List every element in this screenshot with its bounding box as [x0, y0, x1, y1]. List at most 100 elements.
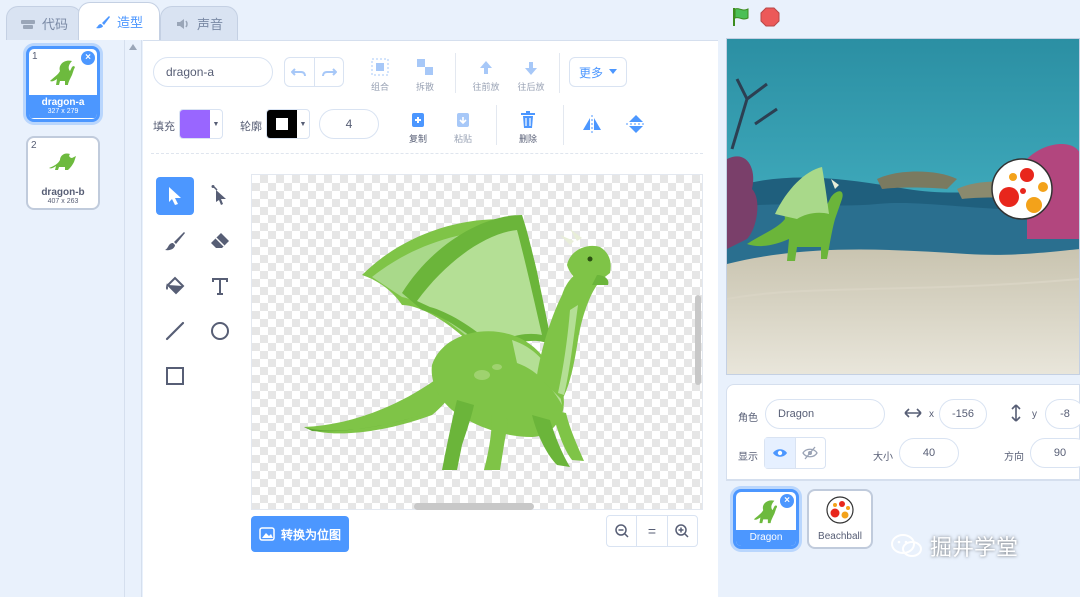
costume-name: dragon-a [41, 97, 85, 108]
sprite-item-dragon[interactable]: × Dragon [733, 489, 799, 549]
y-label: y [1032, 409, 1037, 420]
flip-vertical-icon [626, 115, 646, 133]
rectangle-tool[interactable] [156, 357, 194, 395]
zoom-out-button[interactable] [607, 516, 636, 546]
caret-down-icon: ▼ [212, 120, 220, 128]
y-input[interactable]: -8 [1045, 399, 1080, 429]
eraser-tool[interactable] [201, 222, 239, 260]
stop-icon[interactable] [760, 7, 780, 27]
line-tool[interactable] [156, 312, 194, 350]
costume-list-scrollbar[interactable] [125, 40, 142, 597]
paste-button[interactable]: 粘贴 [443, 107, 483, 145]
eye-slash-icon [802, 446, 819, 460]
redo-icon [321, 68, 337, 77]
costume-item-dragon-a[interactable]: 1 × dragon-a 327 x 279 [26, 46, 100, 122]
tab-sounds[interactable]: 声音 [160, 6, 238, 40]
paint-canvas[interactable] [251, 174, 703, 510]
code-icon [20, 19, 35, 29]
canvas-vertical-scrollbar[interactable] [695, 295, 701, 385]
circle-tool[interactable] [201, 312, 239, 350]
circle-icon [211, 322, 229, 340]
copy-icon [412, 113, 424, 127]
costume-item-dragon-b[interactable]: 2 dragon-b 407 x 263 [26, 136, 100, 210]
sprite-name: Beachball [818, 531, 862, 542]
outline-color-chip [267, 110, 297, 138]
costume-size: 327 x 279 [47, 108, 79, 115]
sprite-name: Dragon [736, 530, 796, 546]
backward-label: 往后放 [517, 82, 545, 92]
trash-icon [521, 111, 535, 128]
sprite-name-value: Dragon [778, 408, 815, 420]
select-tool[interactable] [156, 177, 194, 215]
fill-color-chip [180, 110, 210, 138]
hide-button[interactable] [794, 438, 826, 468]
redo-button[interactable] [313, 58, 344, 86]
brush-tool[interactable] [156, 222, 194, 260]
outline-width-value: 4 [345, 117, 353, 131]
wechat-icon [891, 534, 922, 557]
undo-icon [291, 68, 307, 77]
forward-button[interactable]: 往前放 [466, 55, 506, 93]
y-value: -8 [1060, 408, 1070, 420]
outline-color-picker[interactable]: ▼ [266, 109, 310, 139]
canvas-horizontal-scrollbar[interactable] [414, 503, 534, 510]
zoom-in-button[interactable] [666, 516, 697, 546]
flip-vertical-button[interactable] [626, 113, 646, 138]
zoom-controls: = [606, 515, 698, 547]
sprite-thumbnail [809, 491, 871, 529]
group-button[interactable]: 组合 [360, 55, 400, 93]
size-value: 40 [922, 447, 936, 459]
undo-button[interactable] [285, 58, 314, 86]
image-icon [259, 527, 275, 541]
delete-costume-icon[interactable]: × [81, 51, 95, 65]
direction-input[interactable]: 90 [1030, 438, 1080, 468]
sprite-name-input[interactable]: Dragon [765, 399, 885, 429]
divider [563, 105, 564, 145]
paste-label: 粘贴 [453, 134, 472, 144]
costume-number: 1 [32, 51, 38, 62]
reshape-tool[interactable] [201, 177, 239, 215]
tab-costumes[interactable]: 造型 [78, 2, 160, 40]
text-icon [212, 278, 228, 295]
editor-tabs: 代码 造型 声音 [0, 0, 720, 40]
x-input[interactable]: -156 [939, 399, 987, 429]
backward-button[interactable]: 往后放 [511, 55, 551, 93]
visibility-toggle [764, 437, 826, 469]
fill-color-picker[interactable]: ▼ [179, 109, 223, 139]
scroll-up-arrow-icon[interactable] [129, 44, 137, 50]
ungroup-button[interactable]: 拆散 [405, 55, 445, 93]
tab-code[interactable]: 代码 [6, 6, 82, 40]
delete-sprite-icon[interactable]: × [780, 494, 794, 508]
convert-to-bitmap-label: 转换为位图 [280, 527, 341, 542]
green-flag-icon[interactable] [730, 6, 752, 28]
divider [455, 53, 456, 93]
size-input[interactable]: 40 [899, 438, 959, 468]
copy-label: 复制 [408, 134, 427, 144]
outline-width-input[interactable]: 4 [319, 109, 379, 139]
text-tool[interactable] [201, 267, 239, 305]
copy-button[interactable]: 复制 [398, 107, 438, 145]
paint-editor: dragon-a 组合 拆散 往前放 往后放 更多 填充 ▼ 轮廓 ▼ 4 复制… [143, 40, 718, 597]
zoom-reset-button[interactable]: = [636, 516, 666, 546]
paste-icon [457, 113, 469, 127]
show-button[interactable] [765, 438, 795, 468]
delete-button[interactable]: 删除 [508, 107, 548, 145]
ungroup-label: 拆散 [415, 82, 434, 92]
underwater-backdrop [727, 39, 1079, 374]
costume-name-input[interactable]: dragon-a [153, 57, 273, 87]
x-label: x [929, 409, 934, 420]
sprite-item-beachball[interactable]: Beachball [807, 489, 873, 549]
caret-down-icon: ▼ [299, 120, 307, 128]
stage[interactable] [726, 38, 1080, 375]
fill-label: 填充 [153, 121, 175, 133]
convert-to-bitmap-button[interactable]: 转换为位图 [251, 516, 349, 552]
x-value: -156 [951, 408, 975, 420]
flip-horizontal-button[interactable] [581, 115, 603, 136]
fill-tool[interactable] [156, 267, 194, 305]
zoom-in-icon [675, 524, 689, 538]
eye-icon [772, 449, 787, 457]
direction-label: 方向 [1004, 452, 1024, 463]
more-dropdown[interactable]: 更多 [569, 57, 627, 87]
delete-label: 删除 [518, 134, 537, 144]
divider [559, 53, 560, 93]
